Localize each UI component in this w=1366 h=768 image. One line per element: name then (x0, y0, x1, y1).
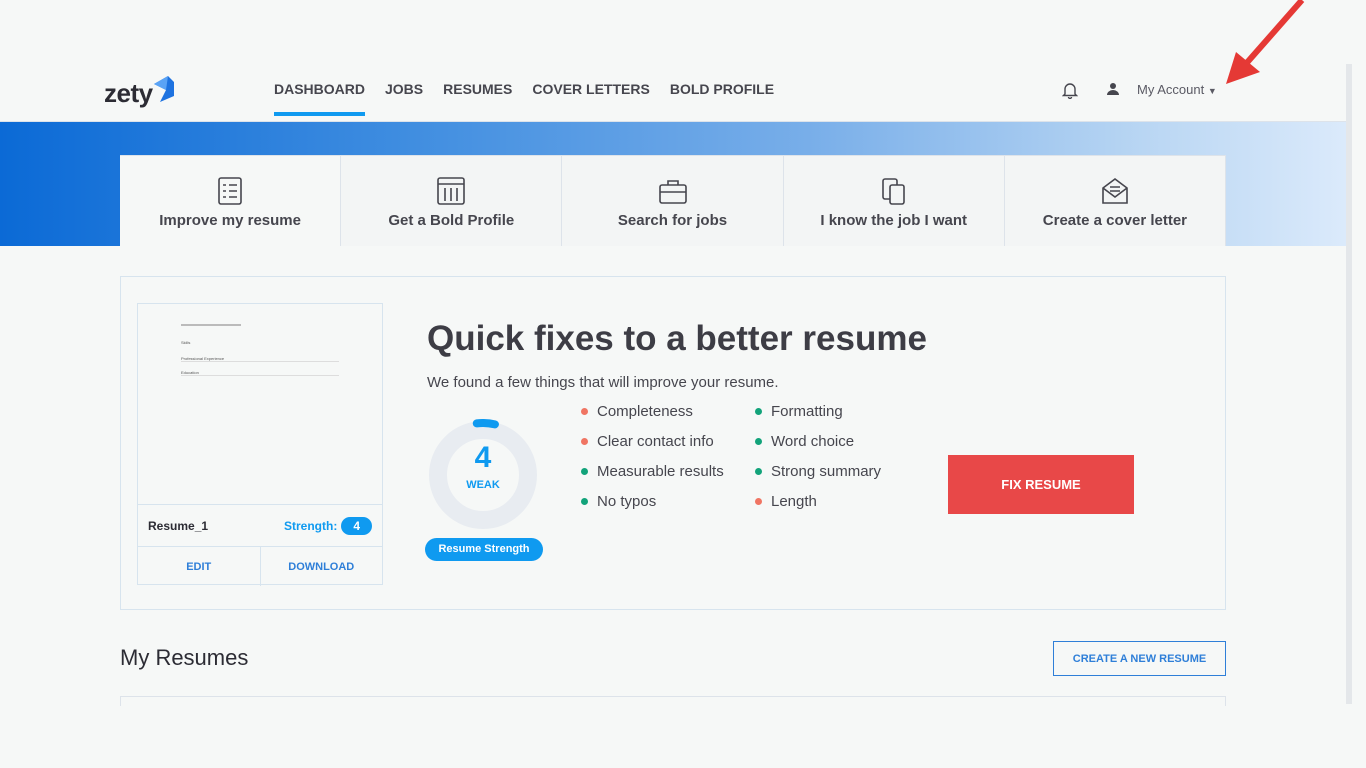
check-item: Length (755, 492, 915, 510)
check-label: Formatting (771, 402, 843, 420)
preview-section: Education (181, 370, 339, 376)
strength-level: WEAK (466, 479, 500, 491)
pass-dot-icon (755, 437, 762, 445)
check-label: Clear contact info (597, 432, 714, 450)
check-item: No typos (581, 492, 755, 510)
download-button[interactable]: DOWNLOAD (261, 547, 383, 586)
strength-gauge (429, 419, 537, 529)
logo-mark-icon (154, 76, 174, 102)
tab-improve-resume[interactable]: Improve my resume (120, 155, 342, 246)
resume-preview[interactable]: Skills Professional Experience Education (138, 304, 382, 504)
check-label: Completeness (597, 402, 693, 420)
preview-header-line (181, 324, 241, 326)
nav-dashboard[interactable]: DASHBOARD (274, 81, 365, 117)
resume-name: Resume_1 (148, 518, 209, 533)
caret-down-icon: ▼ (1207, 86, 1217, 96)
clipboard-copy-icon (881, 178, 905, 205)
strength-label: Strength: (283, 518, 338, 533)
check-item: Measurable results (581, 462, 755, 480)
scrollbar[interactable] (1346, 64, 1352, 704)
check-label: Strong summary (771, 462, 882, 480)
bell-icon[interactable] (1062, 82, 1078, 99)
fix-resume-button[interactable]: FIX RESUME (948, 455, 1134, 514)
logo[interactable]: zety (104, 78, 153, 109)
create-new-resume-button[interactable]: CREATE A NEW RESUME (1053, 641, 1226, 676)
tab-search-jobs[interactable]: Search for jobs (562, 155, 784, 246)
briefcase-icon (658, 180, 687, 204)
check-item: Word choice (755, 432, 915, 450)
gauge-fill (472, 419, 499, 429)
nav-cover-letters[interactable]: COVER LETTERS (532, 81, 649, 117)
check-label: Word choice (771, 432, 855, 450)
check-item: Formatting (755, 402, 915, 420)
strength-score: 4 (474, 441, 492, 474)
user-icon[interactable] (1107, 82, 1119, 96)
check-item: Clear contact info (581, 432, 755, 450)
action-tabs: Improve my resume Get a Bold Profile Sea… (120, 155, 1227, 246)
tab-cover-letter[interactable]: Create a cover letter (1004, 155, 1227, 246)
check-item: Completeness (581, 402, 755, 420)
pass-dot-icon (581, 467, 588, 475)
strength-badge: 4 (341, 516, 372, 535)
my-resumes-title: My Resumes (120, 645, 249, 670)
check-label: No typos (597, 492, 657, 510)
pass-dot-icon (755, 407, 762, 415)
quick-fixes-card: Skills Professional Experience Education… (120, 276, 1226, 610)
resume-list (120, 696, 1226, 706)
tab-label: Improve my resume (159, 212, 301, 229)
tab-label: Get a Bold Profile (388, 212, 515, 229)
edit-button[interactable]: EDIT (138, 547, 261, 586)
preview-section: Professional Experience (181, 356, 339, 362)
main-nav: DASHBOARD JOBS RESUMES COVER LETTERS BOL… (274, 81, 774, 117)
fail-dot-icon (581, 437, 588, 445)
red-arrow-annotation (1226, 0, 1305, 84)
preview-section: Skills (181, 340, 191, 345)
tab-label: I know the job I want (820, 212, 968, 229)
resume-strength-badge: Resume Strength (425, 538, 543, 561)
tab-know-job[interactable]: I know the job I want (783, 155, 1005, 246)
browser-columns-icon (437, 177, 466, 205)
pass-dot-icon (755, 467, 762, 475)
check-item: Strong summary (755, 462, 915, 480)
quick-fixes-subtitle: We found a few things that will improve … (427, 374, 779, 391)
pass-dot-icon (581, 497, 588, 505)
check-list: Completeness Formatting Clear contact info… (581, 402, 915, 510)
check-label: Length (771, 492, 817, 510)
top-navbar: zety DASHBOARD JOBS RESUMES COVER LETTER… (0, 60, 1346, 122)
account-label: My Account (1137, 82, 1205, 97)
envelope-icon (1102, 178, 1128, 204)
nav-jobs[interactable]: JOBS (385, 81, 423, 117)
check-label: Measurable results (597, 462, 724, 480)
fail-dot-icon (755, 497, 762, 505)
fail-dot-icon (581, 407, 588, 415)
nav-bold-profile[interactable]: BOLD PROFILE (670, 81, 774, 117)
nav-resumes[interactable]: RESUMES (443, 81, 512, 117)
tab-label: Create a cover letter (1042, 212, 1188, 229)
quick-fixes-title: Quick fixes to a better resume (427, 319, 927, 358)
tab-bold-profile[interactable]: Get a Bold Profile (341, 155, 563, 246)
checklist-icon (218, 177, 242, 205)
resume-thumbnail-card: Skills Professional Experience Education… (137, 303, 383, 586)
my-account-dropdown[interactable]: My Account ▼ (1137, 82, 1217, 97)
tab-label: Search for jobs (617, 212, 728, 229)
